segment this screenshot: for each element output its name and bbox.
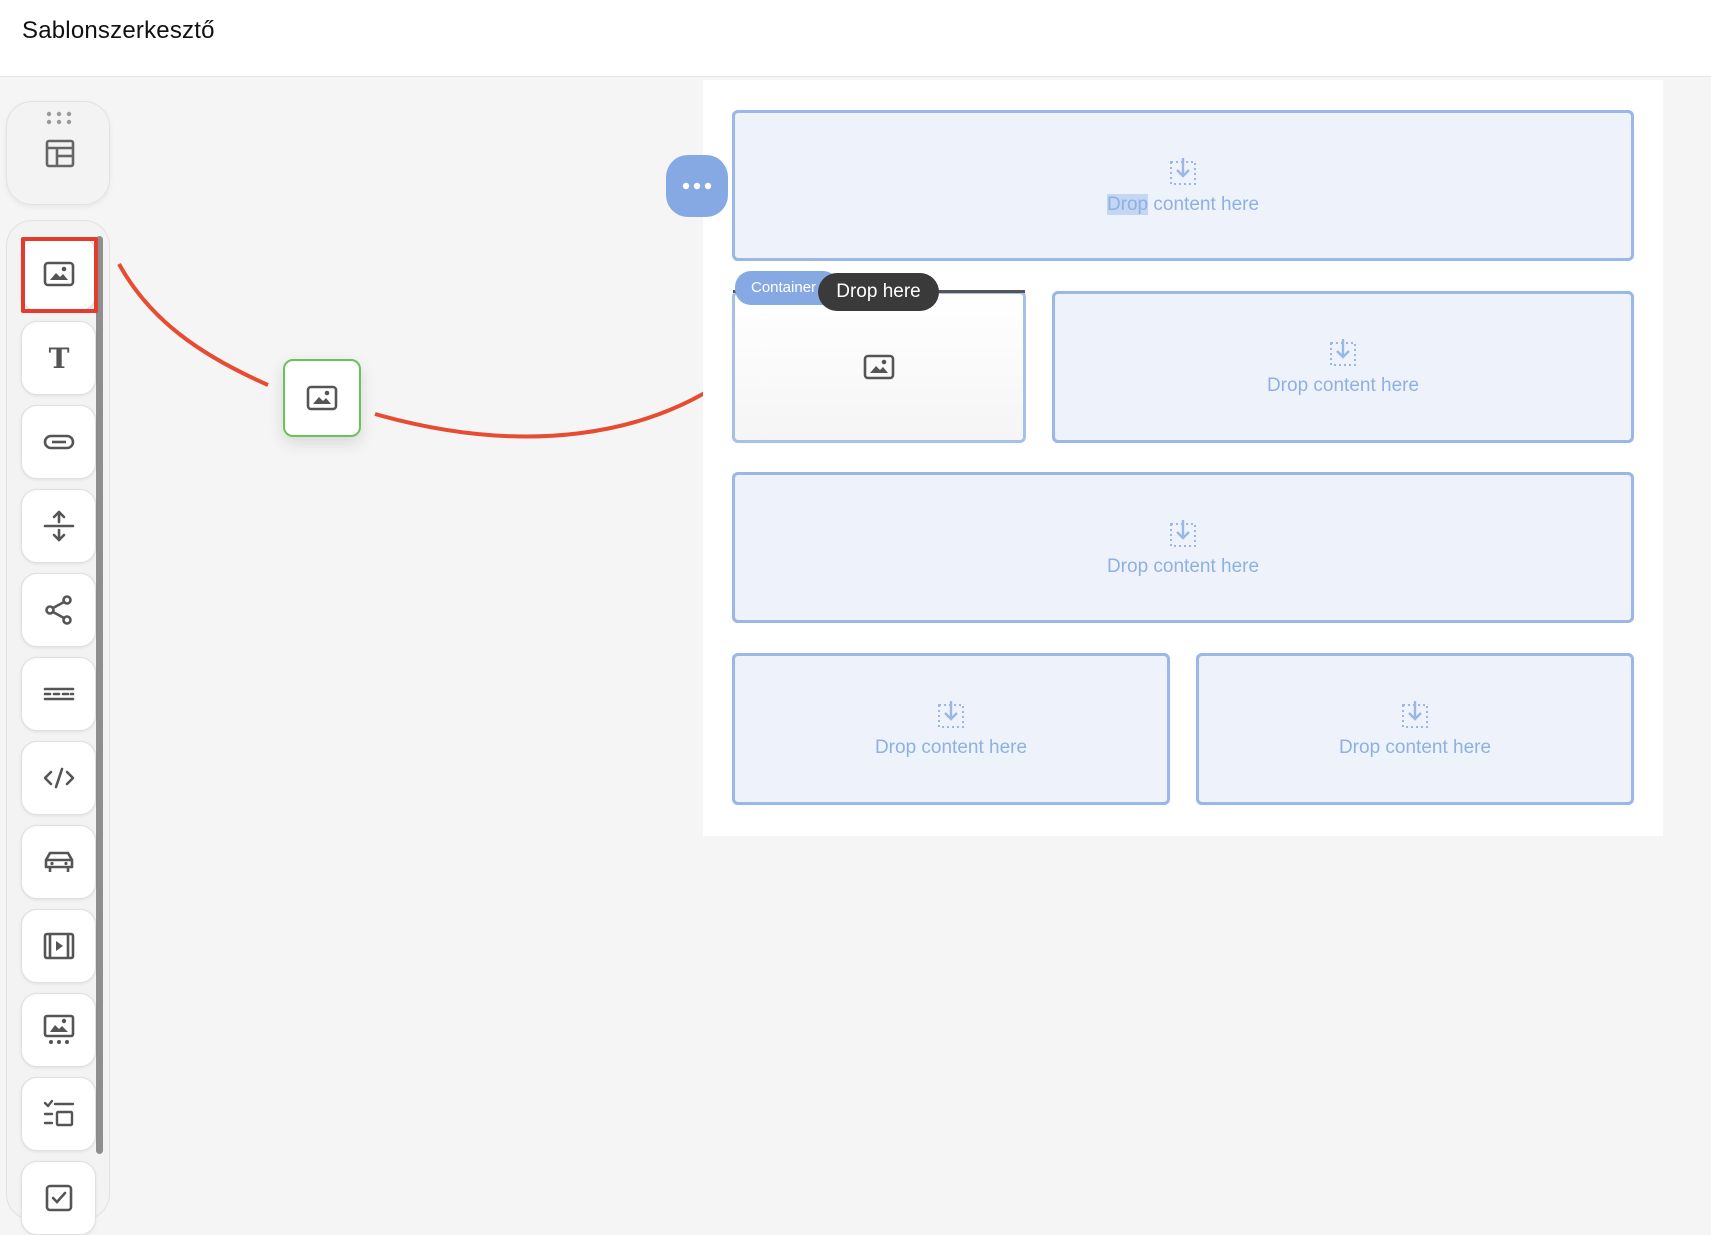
image-tool-button[interactable]	[21, 237, 96, 311]
dropzone-label: Drop content here	[1106, 193, 1260, 215]
drop-icon	[1330, 339, 1356, 366]
spacer-tool-button[interactable]	[21, 489, 96, 563]
text-tool-button[interactable]: T	[21, 321, 96, 395]
dropzone-row-4-left[interactable]: Drop content here	[732, 653, 1170, 805]
arrow-to-ghost	[117, 263, 269, 387]
html-tool-button[interactable]	[21, 741, 96, 815]
drop-icon	[1170, 157, 1196, 185]
code-icon	[43, 767, 74, 789]
image-icon	[306, 385, 338, 411]
drop-icon	[1170, 519, 1196, 547]
checkbox-tool-button[interactable]	[21, 1161, 96, 1235]
text-icon: T	[48, 342, 69, 375]
divider-icon	[43, 687, 74, 701]
drop-tooltip: Drop here	[818, 273, 939, 311]
layout-block-button[interactable]	[6, 101, 110, 205]
dropzone-label: Drop content here	[1266, 375, 1420, 396]
dropzone-label: Drop content here	[1106, 555, 1260, 577]
button-icon	[43, 434, 74, 450]
share-icon	[44, 595, 72, 625]
gallery-icon	[43, 1014, 74, 1044]
dragged-image-block[interactable]	[283, 359, 361, 437]
dropzone-row-4-right[interactable]: Drop content here	[1196, 653, 1634, 805]
svg-text:T: T	[48, 342, 69, 375]
image-icon	[43, 261, 74, 287]
drag-handle-icon[interactable]	[46, 111, 72, 125]
video-icon	[43, 932, 74, 960]
social-tool-button[interactable]	[21, 573, 96, 647]
selected-text: Drop	[1106, 193, 1149, 215]
app-title: Sablonszerkesztő	[22, 17, 215, 44]
layout-icon	[45, 139, 75, 168]
dropzone-label: Drop content here	[1338, 737, 1492, 758]
dropzone-row-2-right[interactable]: Drop content here	[1052, 291, 1634, 443]
drop-icon	[1402, 701, 1428, 728]
drop-icon	[938, 701, 964, 728]
button-tool-button[interactable]	[21, 405, 96, 479]
car-icon	[44, 851, 73, 872]
product-tool-button[interactable]	[21, 825, 96, 899]
list-tool-button[interactable]	[21, 1077, 96, 1151]
checklist-icon	[43, 1099, 74, 1127]
image-icon	[863, 354, 895, 380]
dropzone-row-1[interactable]: Drop content here	[732, 110, 1634, 261]
more-options-button[interactable]	[666, 155, 728, 217]
more-icon	[682, 182, 712, 190]
video-tool-button[interactable]	[21, 909, 96, 983]
tool-panel-scrollbar[interactable]	[96, 236, 103, 1154]
drop-target-cell[interactable]	[732, 291, 1026, 443]
checkbox-icon	[45, 1184, 72, 1212]
divider-tool-button[interactable]	[21, 657, 96, 731]
arrow-to-target	[374, 366, 744, 439]
gallery-tool-button[interactable]	[21, 993, 96, 1067]
spacer-icon	[43, 510, 74, 542]
top-bar: Sablonszerkesztő	[0, 0, 1711, 77]
dropzone-row-3[interactable]: Drop content here	[732, 472, 1634, 623]
dropzone-label: Drop content here	[874, 737, 1028, 758]
